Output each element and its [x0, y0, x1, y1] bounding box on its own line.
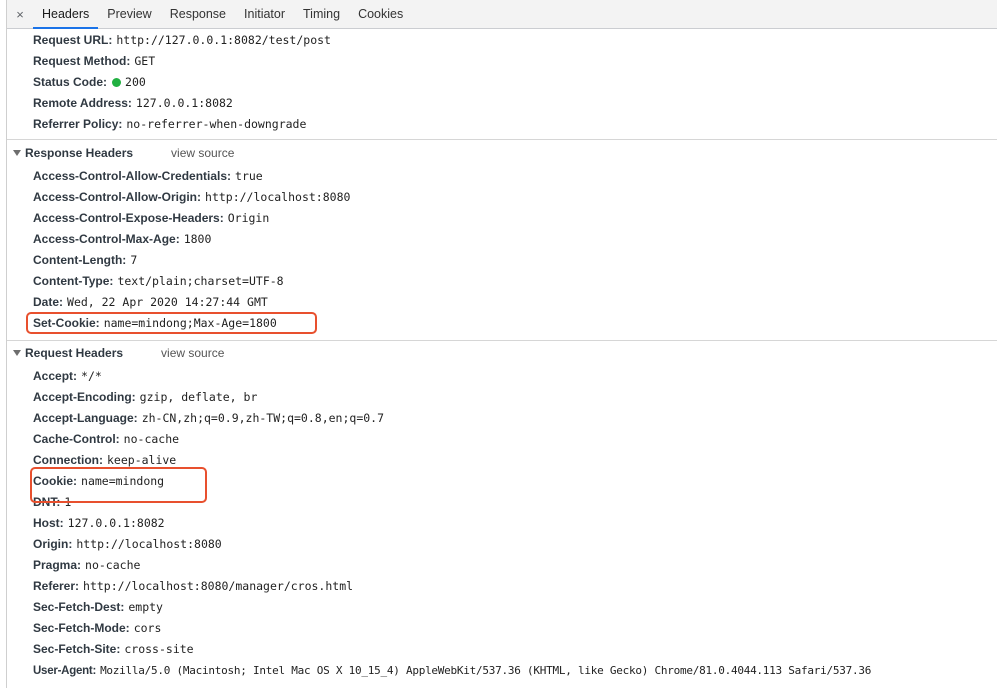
header-key: User-Agent: — [33, 665, 97, 677]
header-value: no-cache — [123, 432, 180, 446]
cookie-highlight-box — [30, 467, 207, 503]
header-value: cross-site — [124, 642, 194, 656]
request-header-row: Accept-Encoding: gzip, deflate, br — [33, 387, 257, 408]
general-row: Status Code: 200 — [33, 72, 146, 93]
header-value: keep-alive — [107, 453, 177, 467]
header-key: Pragma: — [33, 558, 82, 572]
status-ok-icon — [112, 78, 122, 87]
tab-initiator[interactable]: Initiator — [235, 0, 294, 28]
header-value: http://localhost:8080/manager/cros.html — [83, 579, 354, 593]
header-value: text/plain;charset=UTF-8 — [117, 274, 284, 288]
header-key: Content-Length: — [33, 253, 127, 267]
header-key: Referrer Policy: — [33, 117, 123, 131]
header-value: http://127.0.0.1:8082/test/post — [116, 33, 331, 47]
response-header-row: Content-Length: 7 — [33, 250, 137, 271]
header-value: empty — [128, 600, 163, 614]
response-header-row: Access-Control-Max-Age: 1800 — [33, 229, 211, 250]
view-source-link[interactable]: view source — [161, 342, 224, 364]
header-key: Origin: — [33, 537, 73, 551]
header-key: Referer: — [33, 579, 80, 593]
devtools-network-panel: × Headers Preview Response Initiator Tim… — [6, 0, 997, 688]
response-header-row: Content-Type: text/plain;charset=UTF-8 — [33, 271, 284, 292]
header-key: Date: — [33, 295, 64, 309]
response-header-row: Access-Control-Allow-Origin: http://local… — [33, 187, 350, 208]
header-key: Accept-Language: — [33, 411, 138, 425]
header-key: Content-Type: — [33, 274, 114, 288]
header-key: Connection: — [33, 453, 103, 467]
request-header-row: Host: 127.0.0.1:8082 — [33, 513, 165, 534]
header-value: zh-CN,zh;q=0.9,zh-TW;q=0.8,en;q=0.7 — [141, 411, 385, 425]
header-key: Access-Control-Max-Age: — [33, 232, 180, 246]
header-value: gzip, deflate, br — [139, 390, 258, 404]
header-value: */* — [81, 369, 102, 383]
set-cookie-highlight-box — [26, 312, 317, 334]
header-value: no-referrer-when-downgrade — [126, 117, 307, 131]
header-value: true — [235, 169, 263, 183]
header-value: http://localhost:8080 — [205, 190, 351, 204]
header-value: Wed, 22 Apr 2020 14:27:44 GMT — [67, 295, 268, 309]
tab-bar: × Headers Preview Response Initiator Tim… — [7, 0, 997, 29]
tab-timing[interactable]: Timing — [294, 0, 349, 28]
tab-cookies[interactable]: Cookies — [349, 0, 412, 28]
request-header-row: Sec-Fetch-Site: cross-site — [33, 639, 194, 660]
header-value: 7 — [130, 253, 138, 267]
header-value: Mozilla/5.0 (Macintosh; Intel Mac OS X 1… — [100, 664, 872, 677]
header-value: http://localhost:8080 — [76, 537, 222, 551]
response-headers-toggle[interactable]: Response Headers view source — [13, 142, 234, 164]
header-key: Sec-Fetch-Dest: — [33, 600, 125, 614]
triangle-down-icon — [13, 150, 21, 156]
response-header-row: Access-Control-Expose-Headers: Origin — [33, 208, 269, 229]
header-value: Origin — [227, 211, 270, 225]
general-row: Request URL: http://127.0.0.1:8082/test/p… — [33, 30, 331, 51]
request-header-row: Sec-Fetch-Mode: cors — [33, 618, 161, 639]
request-header-row: User-Agent: Mozilla/5.0 (Macintosh; Intel… — [33, 660, 871, 681]
header-key: Request Method: — [33, 54, 131, 68]
general-row: Request Method: GET — [33, 51, 155, 72]
section-title: Request Headers — [25, 346, 124, 360]
header-key: Cache-Control: — [33, 432, 120, 446]
request-header-row: Origin: http://localhost:8080 — [33, 534, 222, 555]
request-headers-toggle[interactable]: Request Headers view source — [13, 342, 224, 364]
header-value: no-cache — [85, 558, 141, 572]
response-header-row: Date: Wed, 22 Apr 2020 14:27:44 GMT — [33, 292, 268, 313]
section-divider — [7, 340, 997, 341]
header-value: 127.0.0.1:8082 — [135, 96, 233, 110]
tab-response[interactable]: Response — [161, 0, 235, 28]
header-key: Sec-Fetch-Mode: — [33, 621, 130, 635]
section-title: Response Headers — [25, 146, 134, 160]
header-key: Access-Control-Expose-Headers: — [33, 211, 224, 225]
request-header-row: Accept: */* — [33, 366, 102, 387]
header-key: Remote Address: — [33, 96, 132, 110]
close-icon[interactable]: × — [7, 0, 33, 28]
tab-headers[interactable]: Headers — [33, 0, 99, 29]
header-key: Sec-Fetch-Site: — [33, 642, 121, 656]
request-header-row: Cache-Control: no-cache — [33, 429, 179, 450]
header-value: 127.0.0.1:8082 — [67, 516, 165, 530]
header-value: 1800 — [183, 232, 212, 246]
header-value: GET — [134, 54, 156, 68]
request-header-row: Accept-Language: zh-CN,zh;q=0.9,zh-TW;q=0… — [33, 408, 384, 429]
header-key: Accept-Encoding: — [33, 390, 136, 404]
general-row: Remote Address: 127.0.0.1:8082 — [33, 93, 233, 114]
triangle-down-icon — [13, 350, 21, 356]
header-key: Status Code: — [33, 75, 108, 89]
header-value: 200 — [125, 75, 146, 89]
request-header-row: Referer: http://localhost:8080/manager/cr… — [33, 576, 353, 597]
view-source-link[interactable]: view source — [171, 142, 234, 164]
general-row: Referrer Policy: no-referrer-when-downgra… — [33, 114, 306, 135]
request-header-row: Pragma: no-cache — [33, 555, 140, 576]
response-header-row: Access-Control-Allow-Credentials: true — [33, 166, 263, 187]
header-key: Host: — [33, 516, 64, 530]
section-divider — [7, 139, 997, 140]
request-header-row: Sec-Fetch-Dest: empty — [33, 597, 163, 618]
tab-preview[interactable]: Preview — [98, 0, 160, 28]
header-key: Access-Control-Allow-Origin: — [33, 190, 202, 204]
header-key: Accept: — [33, 369, 78, 383]
header-key: Access-Control-Allow-Credentials: — [33, 169, 232, 183]
header-key: Request URL: — [33, 33, 113, 47]
header-value: cors — [133, 621, 162, 635]
